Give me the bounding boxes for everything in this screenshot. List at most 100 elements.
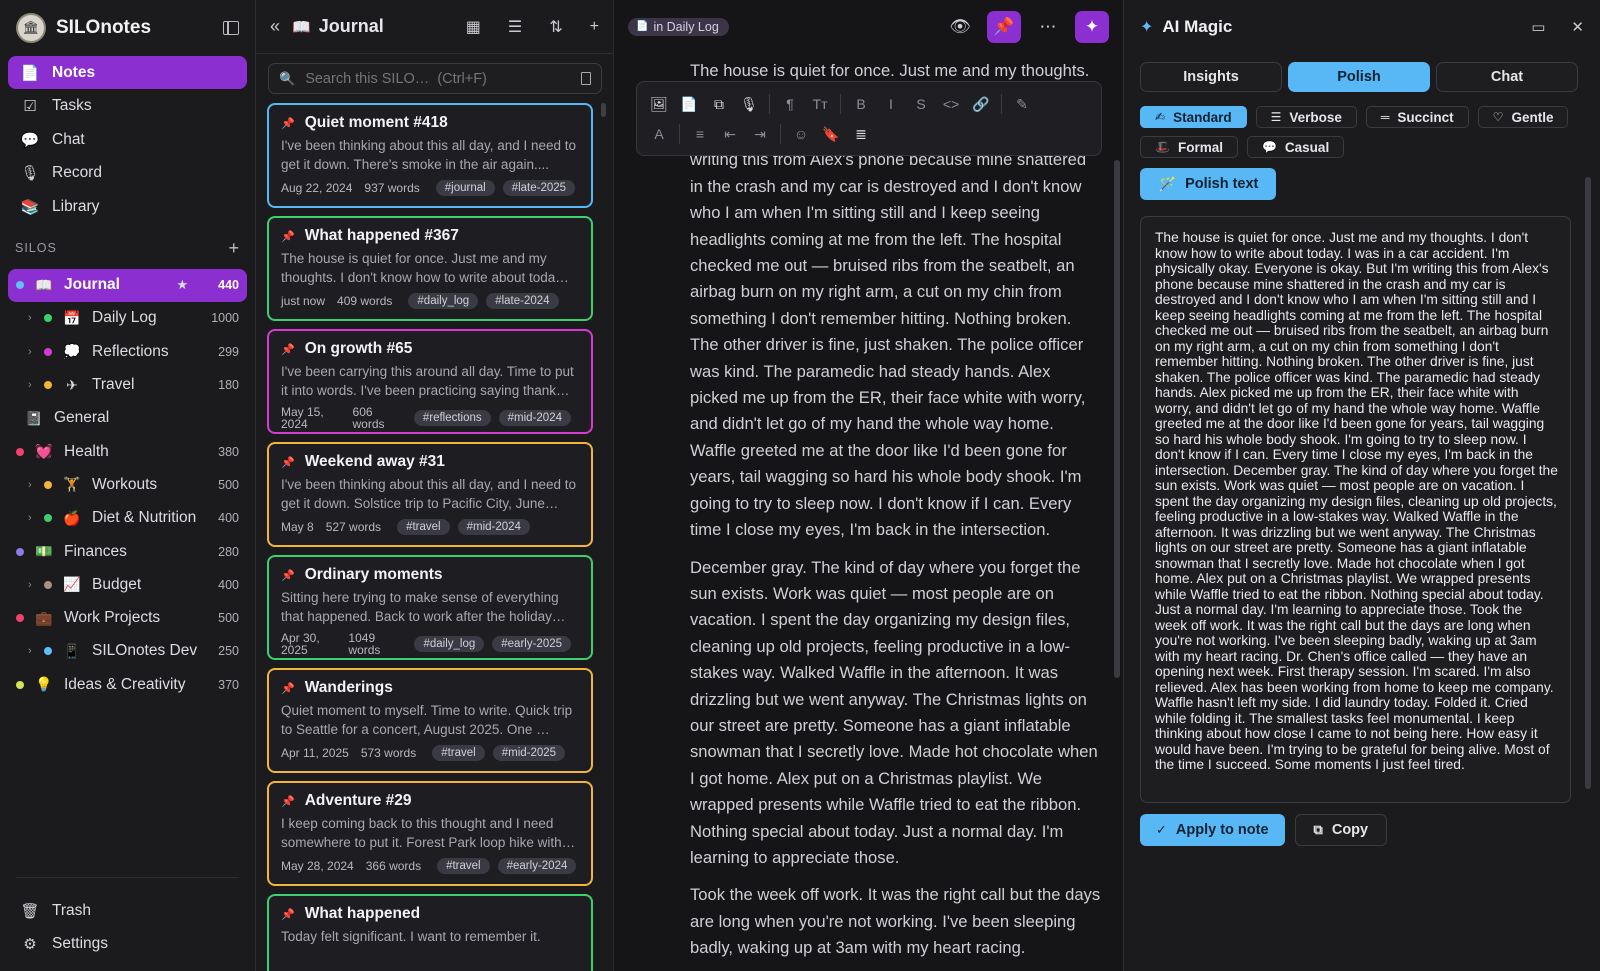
nav-item-notes[interactable]: 📄 Notes xyxy=(8,56,247,89)
silo-item-ideas-creativity[interactable]: 💡 Ideas & Creativity 370 xyxy=(8,668,247,701)
align-icon[interactable]: ≡ xyxy=(688,126,712,142)
link-icon[interactable]: 🔗 xyxy=(969,96,993,113)
nav-item-record[interactable]: 🎙 Record xyxy=(8,157,247,190)
note-card[interactable]: 📌 What happened Today felt significant. I … xyxy=(267,894,593,971)
note-card[interactable]: 📌 Wanderings Quiet moment to myself. Time … xyxy=(267,668,593,773)
nav-item-chat[interactable]: 💬 Chat xyxy=(8,123,247,156)
polish-text-button[interactable]: 🪄 Polish text xyxy=(1140,168,1277,200)
silo-item-finances[interactable]: 💵 Finances 280 xyxy=(8,535,247,568)
silo-item-travel[interactable]: › ✈ Travel 180 xyxy=(8,368,247,401)
preview-eye-icon[interactable]: 👁 xyxy=(943,11,977,43)
new-note-button[interactable]: + xyxy=(590,18,599,36)
tab-insights[interactable]: Insights xyxy=(1140,62,1282,92)
style-chip-formal[interactable]: 🎩 Formal xyxy=(1140,136,1238,158)
list-scrollbar[interactable] xyxy=(601,103,606,117)
copy-button[interactable]: ⧉ Copy xyxy=(1294,814,1388,846)
silo-item-workouts[interactable]: › 🏋 Workouts 500 xyxy=(8,468,247,501)
more-options-icon[interactable]: ⋯ xyxy=(1031,11,1065,43)
emoji-icon[interactable]: ☺ xyxy=(789,126,813,142)
document-icon[interactable] xyxy=(581,72,591,85)
nav-item-settings[interactable]: ⚙ Settings xyxy=(16,928,239,961)
ai-magic-button[interactable]: ✦ xyxy=(1075,10,1109,43)
star-icon[interactable]: ★ xyxy=(176,277,188,293)
ai-scrollbar[interactable] xyxy=(1585,177,1591,789)
silo-item-diet-nutrition[interactable]: › 🍎 Diet & Nutrition 400 xyxy=(8,502,247,535)
tag-badge[interactable]: #late-2024 xyxy=(486,293,559,309)
note-card[interactable]: 📌 On growth #65 I've been carrying this ar… xyxy=(267,329,593,434)
outdent-icon[interactable]: ⇤ xyxy=(718,126,742,143)
chevron-right-icon[interactable]: › xyxy=(28,645,42,657)
tab-polish[interactable]: Polish xyxy=(1288,62,1430,92)
layout-list-icon[interactable]: ☰ xyxy=(508,17,522,37)
silo-item-silonotes-dev[interactable]: › 📱 SILOnotes Dev 250 xyxy=(8,635,247,668)
silo-item-budget[interactable]: › 📈 Budget 400 xyxy=(8,568,247,601)
style-chip-verbose[interactable]: ☰ Verbose xyxy=(1255,106,1357,128)
nav-item-tasks[interactable]: ☑ Tasks xyxy=(8,90,247,123)
pin-button[interactable]: 📌 xyxy=(987,10,1021,43)
chevron-right-icon[interactable]: › xyxy=(28,479,42,491)
style-chip-gentle[interactable]: ♡ Gentle xyxy=(1477,106,1569,128)
note-card[interactable]: 📌 Adventure #29 I keep coming back to this… xyxy=(267,781,593,886)
silo-item-work-projects[interactable]: 💼 Work Projects 500 xyxy=(8,601,247,634)
microphone-icon[interactable]: 🎙 xyxy=(737,96,761,113)
text-color-icon[interactable]: A xyxy=(647,126,671,142)
tag-badge[interactable]: #daily_log xyxy=(408,293,479,309)
insert-image-icon[interactable]: 🖼 xyxy=(647,96,671,113)
nav-item-library[interactable]: 📚 Library xyxy=(8,190,247,223)
tag-badge[interactable]: #mid-2024 xyxy=(498,410,571,426)
note-card[interactable]: 📌 Weekend away #31 I've been thinking abou… xyxy=(267,442,593,547)
minimize-icon[interactable]: ▭ xyxy=(1531,18,1545,36)
tag-badge[interactable]: #mid-2025 xyxy=(492,745,566,761)
editor-paragraph[interactable]: Took the week off work. It was the right… xyxy=(690,882,1102,961)
sidebar-collapse-icon[interactable] xyxy=(223,21,239,35)
polished-result[interactable]: The house is quiet for once. Just me and… xyxy=(1140,216,1571,803)
bookmark-icon[interactable]: 🔖 xyxy=(819,126,843,143)
chevron-right-icon[interactable]: › xyxy=(28,512,42,524)
chevron-right-icon[interactable]: › xyxy=(28,379,42,391)
find-replace-icon[interactable]: ≣ xyxy=(849,126,873,143)
apply-to-note-button[interactable]: ✓ Apply to note xyxy=(1140,814,1285,846)
silo-item-daily-log[interactable]: › 📅 Daily Log 1000 xyxy=(8,302,247,335)
tag-badge[interactable]: #late-2025 xyxy=(502,180,576,196)
sort-icon[interactable]: ⇅ xyxy=(549,17,562,37)
nav-item-trash[interactable]: 🗑 Trash xyxy=(16,894,239,927)
style-chip-standard[interactable]: ✍ Standard xyxy=(1140,106,1247,128)
italic-icon[interactable]: I xyxy=(879,96,903,112)
silo-breadcrumb[interactable]: 📄 in Daily Log xyxy=(628,17,729,36)
tag-badge[interactable]: #daily_log xyxy=(414,636,485,652)
note-card[interactable]: 📌 Quiet moment #418 I've been thinking abo… xyxy=(267,103,593,208)
editor-content[interactable]: The house is quiet for once. Just me and… xyxy=(690,58,1102,971)
silo-item-health[interactable]: 💓 Health 380 xyxy=(8,435,247,468)
tab-chat[interactable]: Chat xyxy=(1436,62,1578,92)
silo-item-journal[interactable]: 📖 Journal ★ 440 xyxy=(8,268,247,302)
text-size-icon[interactable]: Tт xyxy=(808,96,832,112)
editor-paragraph[interactable]: December gray. The kind of day where you… xyxy=(690,555,1102,872)
close-icon[interactable]: ✕ xyxy=(1571,18,1584,36)
tag-badge[interactable]: #travel xyxy=(437,858,490,874)
style-chip-casual[interactable]: 💬 Casual xyxy=(1246,136,1345,158)
tag-badge[interactable]: #mid-2024 xyxy=(457,519,530,535)
tag-badge[interactable]: #journal xyxy=(435,180,495,196)
silo-item-general[interactable]: 📓 General xyxy=(8,402,247,435)
tag-badge[interactable]: #travel xyxy=(432,745,485,761)
add-silo-button[interactable]: + xyxy=(228,238,240,259)
code-icon[interactable]: <> xyxy=(939,96,963,112)
indent-icon[interactable]: ⇥ xyxy=(748,126,772,143)
bold-icon[interactable]: B xyxy=(849,96,873,112)
paragraph-icon[interactable]: ¶ xyxy=(778,96,802,112)
highlight-icon[interactable]: ✎ xyxy=(1010,96,1034,113)
chevron-right-icon[interactable]: › xyxy=(28,312,42,324)
editor-paragraph[interactable]: writing this from Alex's phone because m… xyxy=(690,147,1102,543)
tag-badge[interactable]: #early-2025 xyxy=(492,636,571,652)
tag-badge[interactable]: #reflections xyxy=(413,410,491,426)
note-card[interactable]: 📌 Ordinary moments Sitting here trying to … xyxy=(267,555,593,660)
tag-badge[interactable]: #travel xyxy=(397,519,450,535)
insert-file-icon[interactable]: 📄 xyxy=(677,96,701,113)
chevron-right-icon[interactable]: › xyxy=(28,346,42,358)
collapse-list-icon[interactable]: « xyxy=(270,16,280,37)
note-card[interactable]: 📌 What happened #367 The house is quiet fo… xyxy=(267,216,593,321)
strikethrough-icon[interactable]: S xyxy=(909,96,933,112)
style-chip-succinct[interactable]: ═ Succinct xyxy=(1365,106,1469,128)
chevron-right-icon[interactable]: › xyxy=(28,579,42,591)
embed-icon[interactable]: ⧉ xyxy=(707,96,731,113)
